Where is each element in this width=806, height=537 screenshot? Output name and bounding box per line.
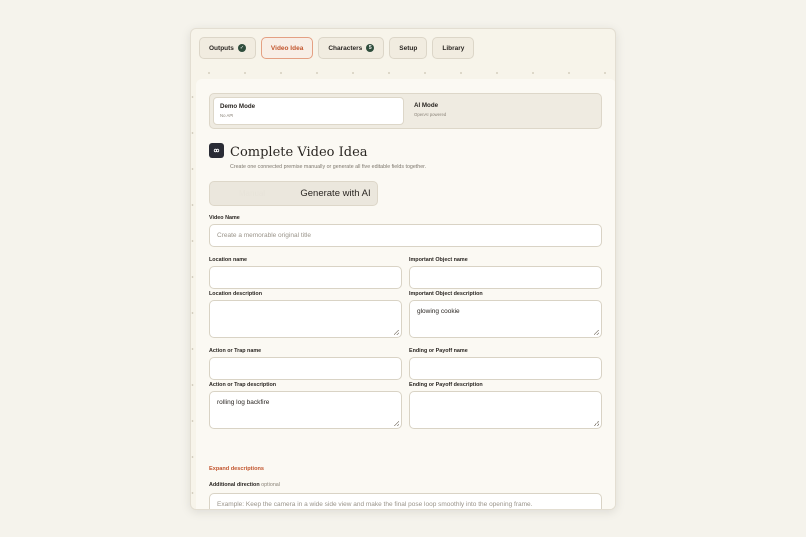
tab-characters[interactable]: Characters 5 — [318, 37, 385, 59]
object-name-label: Important Object name — [409, 257, 468, 263]
action-name-input[interactable] — [209, 357, 402, 380]
tab-bar: Outputs ✓ Video Idea Characters 5 Setup … — [191, 29, 615, 67]
label-text: Additional direction — [209, 482, 260, 488]
additional-direction-textarea[interactable]: Example: Keep the camera in a wide side … — [209, 493, 602, 509]
action-description-textarea[interactable]: rolling log backfire — [209, 391, 402, 429]
mode-toggle: Demo Mode No API AI Mode OpenAI powered — [209, 93, 602, 129]
resize-handle-icon[interactable] — [394, 421, 399, 426]
additional-direction-label: Additional direction optional — [209, 482, 280, 488]
action-name-label: Action or Trap name — [209, 348, 262, 354]
app-window: Outputs ✓ Video Idea Characters 5 Setup … — [190, 28, 616, 510]
tab-setup[interactable]: Setup — [389, 37, 428, 59]
ending-description-label: Ending or Payoff description — [409, 382, 483, 388]
tab-label: Library — [442, 44, 465, 52]
infinity-icon — [209, 143, 224, 158]
ending-description-textarea[interactable] — [409, 391, 602, 429]
location-name-label: Location name — [209, 257, 248, 263]
resize-handle-icon[interactable] — [594, 421, 599, 426]
tab-label: Setup — [399, 44, 418, 52]
expand-descriptions-link[interactable]: Expand descriptions — [209, 466, 264, 472]
object-description-textarea[interactable]: glowing cookie — [409, 300, 602, 338]
video-name-input[interactable]: Create a memorable original title — [209, 224, 602, 247]
generate-with-ai-option[interactable]: Generate with AI — [294, 182, 377, 205]
tab-outputs[interactable]: Outputs ✓ — [199, 37, 256, 59]
page-subtitle: Create one connected premise manually or… — [230, 164, 427, 170]
resize-handle-icon[interactable] — [594, 330, 599, 335]
ai-mode-option[interactable]: AI Mode OpenAI powered — [408, 97, 599, 125]
tab-label: Characters — [328, 44, 363, 52]
demo-mode-title: Demo Mode — [220, 103, 256, 110]
action-description-label: Action or Trap description — [209, 382, 277, 388]
resize-handle-icon[interactable] — [394, 330, 399, 335]
object-name-input[interactable] — [409, 266, 602, 289]
textarea-value: rolling log backfire — [217, 399, 270, 406]
tab-library[interactable]: Library — [432, 37, 475, 59]
video-idea-panel: Demo Mode No API AI Mode OpenAI powered … — [196, 79, 615, 509]
location-name-input[interactable] — [209, 266, 402, 289]
page-title: Complete Video Idea — [230, 145, 368, 160]
tab-video-idea[interactable]: Video Idea — [260, 37, 314, 59]
input-mode-segmented-control: Manual Generate with AI — [209, 181, 378, 206]
textarea-placeholder: Example: Keep the camera in a wide side … — [217, 501, 533, 508]
dotted-divider — [191, 67, 615, 79]
tab-label: Video Idea — [270, 44, 304, 52]
video-name-label: Video Name — [209, 215, 240, 221]
demo-mode-option[interactable]: Demo Mode No API — [213, 97, 404, 125]
object-description-label: Important Object description — [409, 291, 483, 297]
ending-name-input[interactable] — [409, 357, 602, 380]
location-description-label: Location description — [209, 291, 263, 297]
check-icon: ✓ — [237, 44, 246, 52]
dotted-rail — [191, 79, 194, 509]
location-description-textarea[interactable] — [209, 300, 402, 338]
ending-name-label: Ending or Payoff name — [409, 348, 468, 354]
count-badge: 5 — [366, 44, 375, 52]
textarea-value: glowing cookie — [417, 308, 460, 315]
tab-label: Outputs — [209, 44, 234, 52]
demo-mode-subtitle: No API — [220, 113, 234, 118]
ai-mode-subtitle: OpenAI powered — [414, 112, 447, 117]
optional-tag: optional — [261, 482, 281, 488]
ai-mode-title: AI Mode — [414, 102, 439, 109]
manual-option[interactable]: Manual — [212, 182, 292, 205]
